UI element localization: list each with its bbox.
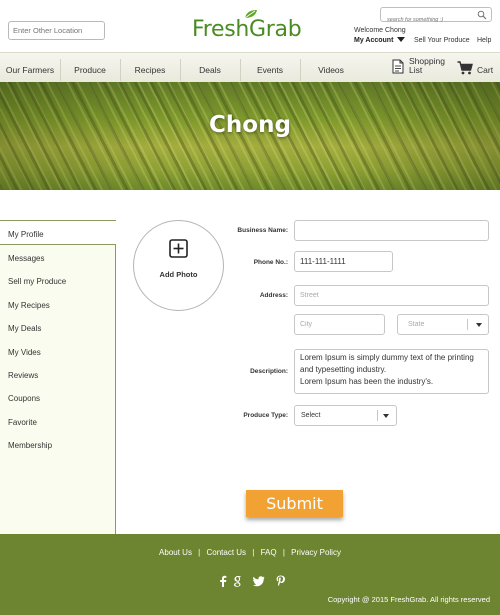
shopping-list-label-line2: List xyxy=(409,65,423,75)
phone-label: Phone No.: xyxy=(253,259,288,266)
footer-link-privacy-policy[interactable]: Privacy Policy xyxy=(291,548,341,557)
page: FreshGrab Welcome Chong My Account Sell … xyxy=(0,0,500,615)
footer-link-contact-us[interactable]: Contact Us xyxy=(206,548,246,557)
pinterest-icon[interactable] xyxy=(276,575,285,587)
header: FreshGrab Welcome Chong My Account Sell … xyxy=(0,0,500,52)
shopping-list-icon[interactable] xyxy=(392,59,404,74)
nav-item-videos[interactable]: Videos xyxy=(300,53,362,83)
leaf-icon xyxy=(244,10,257,19)
business-name-label: Business Name: xyxy=(237,227,288,234)
produce-type-select[interactable]: Select xyxy=(294,405,397,426)
sell-your-produce-link[interactable]: Sell Your Produce xyxy=(414,37,470,44)
sidebar-item-my-vides[interactable]: My Vides xyxy=(8,348,41,357)
sidebar-item-my-recipes[interactable]: My Recipes xyxy=(8,301,50,310)
logo[interactable]: FreshGrab xyxy=(192,10,302,43)
chevron-down-icon xyxy=(383,413,389,418)
my-account-label: My Account xyxy=(354,37,394,44)
sidebar-item-messages[interactable]: Messages xyxy=(8,254,44,263)
sidebar-panel: Messages Sell my Produce My Recipes My D… xyxy=(0,244,116,534)
sidebar-item-my-profile[interactable]: My Profile xyxy=(0,220,116,244)
description-line: and typesetting industry. xyxy=(300,365,387,374)
footer-separator: | xyxy=(282,548,285,557)
welcome-text: Welcome Chong xyxy=(354,27,406,34)
footer-links: About Us | Contact Us | FAQ | Privacy Po… xyxy=(0,548,500,557)
business-name-input[interactable] xyxy=(294,220,489,241)
nav-item-events[interactable]: Events xyxy=(240,53,300,83)
footer-separator: | xyxy=(198,548,201,557)
city-input[interactable] xyxy=(294,314,385,335)
search-input[interactable] xyxy=(381,13,477,27)
cart-link[interactable]: Cart xyxy=(477,65,493,75)
produce-type-select-value: Select xyxy=(301,412,321,419)
street-input[interactable] xyxy=(294,285,489,306)
footer: About Us | Contact Us | FAQ | Privacy Po… xyxy=(0,534,500,615)
search-box xyxy=(380,7,492,27)
twitter-icon[interactable] xyxy=(253,575,265,587)
nav-item-deals[interactable]: Deals xyxy=(180,53,240,83)
select-divider xyxy=(467,319,468,330)
sidebar-item-my-deals[interactable]: My Deals xyxy=(8,324,41,333)
description-line: Lorem Ipsum has been the industry's. xyxy=(300,377,434,386)
my-account-menu[interactable]: My Account xyxy=(354,37,406,44)
caret-down-icon xyxy=(397,37,406,42)
description-line: Lorem Ipsum is simply dummy text of the … xyxy=(300,353,474,362)
select-divider xyxy=(377,410,378,421)
help-link[interactable]: Help xyxy=(477,37,491,44)
chevron-down-icon xyxy=(476,322,482,327)
logo-text: FreshGrab xyxy=(192,17,302,42)
submit-button[interactable]: Submit xyxy=(246,490,343,517)
footer-link-faq[interactable]: FAQ xyxy=(261,548,277,557)
state-select-value: State xyxy=(408,321,425,328)
footer-separator: | xyxy=(252,548,255,557)
address-label: Address: xyxy=(259,292,288,299)
nav-item-recipes[interactable]: Recipes xyxy=(120,53,180,83)
profile-sidebar: My Profile Messages Sell my Produce My R… xyxy=(0,220,116,534)
profile-name-title: Chong xyxy=(209,112,291,138)
shopping-list-link[interactable]: Shopping List xyxy=(409,57,449,75)
copyright-text: Copyright @ 2015 FreshGrab. All rights r… xyxy=(327,595,490,604)
produce-type-label: Produce Type: xyxy=(243,412,288,419)
description-label: Description: xyxy=(250,368,288,375)
sidebar-item-membership[interactable]: Membership xyxy=(8,441,52,450)
add-photo-label: Add Photo xyxy=(159,270,198,279)
facebook-icon[interactable] xyxy=(218,575,228,587)
state-select[interactable]: State xyxy=(397,314,489,335)
search-icon[interactable] xyxy=(477,10,487,20)
google-plus-icon[interactable] xyxy=(233,575,244,587)
sidebar-item-reviews[interactable]: Reviews xyxy=(8,371,38,380)
main-nav: Our Farmers Produce Recipes Deals Events… xyxy=(0,52,500,82)
description-textarea[interactable]: Lorem Ipsum is simply dummy text of the … xyxy=(294,349,489,394)
footer-link-about-us[interactable]: About Us xyxy=(159,548,192,557)
sidebar-item-label: My Profile xyxy=(8,230,44,239)
location-input[interactable] xyxy=(8,21,105,40)
sidebar-item-sell-my-produce[interactable]: Sell my Produce xyxy=(8,277,66,286)
sidebar-item-coupons[interactable]: Coupons xyxy=(8,394,40,403)
phone-input[interactable] xyxy=(294,251,393,272)
add-photo-plus-icon[interactable] xyxy=(169,239,188,258)
nav-item-produce[interactable]: Produce xyxy=(60,53,120,83)
nav-item-our-farmers[interactable]: Our Farmers xyxy=(0,53,60,83)
profile-banner: Chong xyxy=(0,82,500,190)
sidebar-item-favorite[interactable]: Favorite xyxy=(8,418,37,427)
cart-icon[interactable] xyxy=(457,61,473,75)
